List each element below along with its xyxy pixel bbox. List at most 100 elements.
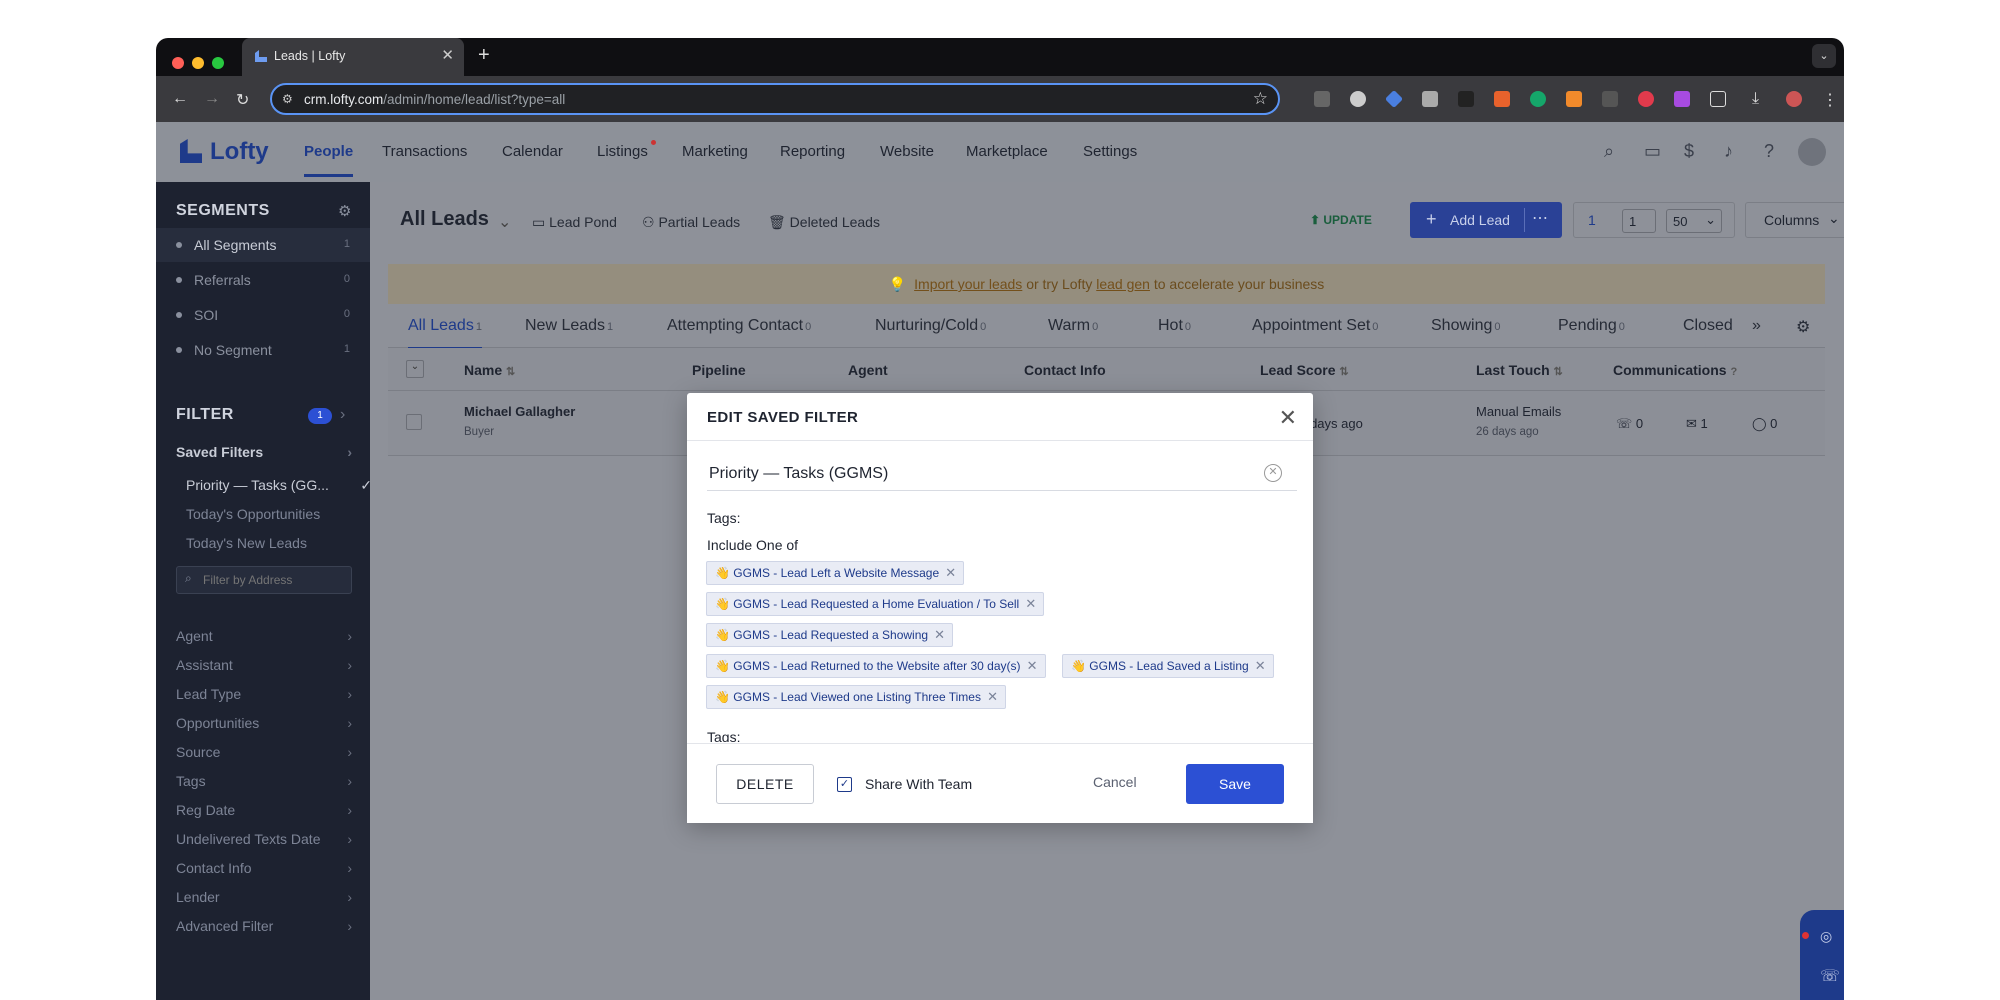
- lead-gen-link[interactable]: lead gen: [1096, 276, 1150, 292]
- remove-tag-icon[interactable]: ✕: [945, 562, 956, 584]
- columns-button[interactable]: Columns ⌄: [1745, 202, 1844, 238]
- update-badge[interactable]: ⬆ UPDATE: [1310, 213, 1372, 227]
- cancel-button[interactable]: Cancel: [1093, 774, 1137, 790]
- nav-listings[interactable]: Listings: [597, 143, 648, 160]
- close-window-button[interactable]: [172, 57, 184, 69]
- double-chevron-right-icon[interactable]: »: [1752, 317, 1761, 335]
- share-with-team-label[interactable]: Share With Team: [865, 776, 972, 792]
- add-lead-button[interactable]: + Add Lead ⋯: [1410, 202, 1562, 238]
- new-tab-icon[interactable]: +: [478, 44, 490, 67]
- nav-settings[interactable]: Settings: [1083, 143, 1137, 160]
- user-avatar[interactable]: [1798, 138, 1826, 166]
- filter-agent[interactable]: Agent ›: [176, 628, 352, 644]
- extension-icon[interactable]: [1458, 91, 1474, 107]
- tab-new-leads[interactable]: New Leads 1: [525, 317, 613, 335]
- tab-pending[interactable]: Pending 0: [1558, 317, 1625, 335]
- extensions-puzzle-icon[interactable]: [1710, 91, 1726, 107]
- extension-icon[interactable]: [1566, 91, 1582, 107]
- saved-filter-todays-new-leads[interactable]: Today's New Leads: [186, 535, 362, 551]
- filter-assistant[interactable]: Assistant ›: [176, 657, 352, 673]
- nav-marketing[interactable]: Marketing: [682, 143, 748, 160]
- calls-count[interactable]: ☏ 0: [1616, 416, 1643, 432]
- lead-pond-link[interactable]: ▭ Lead Pond: [532, 214, 617, 231]
- tab-search-icon[interactable]: ⌄: [1812, 44, 1836, 68]
- share-with-team-checkbox[interactable]: ✓: [837, 777, 852, 792]
- filter-undelivered-texts-date[interactable]: Undelivered Texts Date ›: [176, 831, 352, 847]
- tab-showing[interactable]: Showing 0: [1431, 317, 1501, 335]
- import-leads-link[interactable]: Import your leads: [914, 276, 1022, 292]
- lofty-logo[interactable]: Lofty: [180, 138, 269, 166]
- segment-referrals[interactable]: Referrals 0: [156, 263, 370, 297]
- minimize-window-button[interactable]: [192, 57, 204, 69]
- save-button[interactable]: Save: [1186, 764, 1284, 804]
- page-title[interactable]: All Leads: [400, 208, 489, 231]
- filter-reg-date[interactable]: Reg Date ›: [176, 802, 352, 818]
- delete-button[interactable]: DELETE: [716, 764, 814, 804]
- deleted-leads-link[interactable]: 🗑 Deleted Leads: [768, 214, 880, 231]
- nav-transactions[interactable]: Transactions: [382, 143, 467, 160]
- filter-tags[interactable]: Tags ›: [176, 773, 352, 789]
- profile-avatar-icon[interactable]: [1786, 91, 1802, 107]
- grammarly-icon[interactable]: [1530, 91, 1546, 107]
- nav-people[interactable]: People: [304, 143, 354, 177]
- filter-lead-type[interactable]: Lead Type ›: [176, 686, 352, 702]
- close-icon[interactable]: ✕: [1279, 405, 1297, 431]
- remove-tag-icon[interactable]: ✕: [987, 686, 998, 708]
- tab-nurturing-cold[interactable]: Nurturing/Cold 0: [875, 317, 986, 335]
- segment-all[interactable]: All Segments 1: [156, 228, 370, 262]
- header-name[interactable]: Name ⇅: [464, 362, 515, 378]
- saved-filters-label[interactable]: Saved Filters ›: [176, 444, 352, 460]
- segment-soi[interactable]: SOI 0: [156, 298, 370, 332]
- filter-source[interactable]: Source ›: [176, 744, 352, 760]
- headset-icon[interactable]: ◎: [1820, 928, 1832, 945]
- floating-dialer[interactable]: ◎ ☏: [1800, 910, 1844, 1000]
- tab-warm[interactable]: Warm 0: [1048, 317, 1098, 335]
- more-options-icon[interactable]: ⋯: [1532, 208, 1548, 228]
- close-tab-icon[interactable]: ✕: [441, 46, 454, 64]
- zoom-window-button[interactable]: [212, 57, 224, 69]
- emails-count[interactable]: ✉ 1: [1686, 416, 1708, 432]
- remove-tag-icon[interactable]: ✕: [1255, 655, 1266, 677]
- partial-leads-link[interactable]: ⚇ Partial Leads: [642, 214, 740, 231]
- search-icon[interactable]: ⌕: [1604, 141, 1626, 163]
- forward-icon[interactable]: →: [204, 90, 220, 108]
- back-icon[interactable]: ←: [172, 90, 188, 108]
- browser-tab[interactable]: Leads | Lofty ✕: [242, 38, 464, 76]
- extension-icon[interactable]: [1314, 91, 1330, 107]
- remove-tag-icon[interactable]: ✕: [1027, 655, 1038, 677]
- filter-contact-info[interactable]: Contact Info ›: [176, 860, 352, 876]
- browser-menu-icon[interactable]: ⋮: [1822, 90, 1838, 110]
- tab-closed[interactable]: Closed: [1683, 317, 1743, 335]
- lead-name[interactable]: Michael Gallagher: [464, 404, 575, 419]
- header-lead-score[interactable]: Lead Score ⇅: [1260, 362, 1349, 378]
- clear-input-icon[interactable]: ✕: [1264, 464, 1282, 482]
- segments-settings-icon[interactable]: ⚙: [338, 202, 351, 220]
- remove-tag-icon[interactable]: ✕: [934, 624, 945, 646]
- dollar-icon[interactable]: $: [1684, 141, 1706, 163]
- header-communications[interactable]: Communications ?: [1613, 362, 1737, 378]
- per-page-select[interactable]: 50 ⌄: [1666, 209, 1722, 233]
- filter-opportunities[interactable]: Opportunities ›: [176, 715, 352, 731]
- nav-calendar[interactable]: Calendar: [502, 143, 563, 160]
- filter-by-address-input[interactable]: [176, 566, 352, 594]
- extension-icon[interactable]: [1674, 91, 1690, 107]
- chevron-right-icon[interactable]: ›: [340, 406, 345, 424]
- remove-tag-icon[interactable]: ✕: [1025, 593, 1036, 615]
- filter-name-input[interactable]: [707, 457, 1297, 491]
- download-icon[interactable]: ⤓: [1752, 90, 1759, 108]
- inbox-icon[interactable]: ▭: [1644, 141, 1666, 163]
- tab-hot[interactable]: Hot 0: [1158, 317, 1191, 335]
- row-checkbox[interactable]: [406, 414, 422, 430]
- segment-no-segment[interactable]: No Segment 1: [156, 333, 370, 367]
- select-all-checkbox[interactable]: ⌄: [406, 360, 424, 378]
- nav-marketplace[interactable]: Marketplace: [966, 143, 1048, 160]
- bookmark-star-icon[interactable]: ☆: [1253, 89, 1268, 109]
- filter-lender[interactable]: Lender ›: [176, 889, 352, 905]
- tab-appointment-set[interactable]: Appointment Set 0: [1252, 317, 1378, 335]
- extension-icon[interactable]: [1422, 91, 1438, 107]
- site-info-icon[interactable]: ⚙: [282, 92, 296, 106]
- extension-icon[interactable]: [1350, 91, 1366, 107]
- phone-icon[interactable]: ☏: [1820, 966, 1840, 986]
- chevron-down-icon[interactable]: ⌄: [498, 212, 511, 232]
- extension-icon[interactable]: [1494, 91, 1510, 107]
